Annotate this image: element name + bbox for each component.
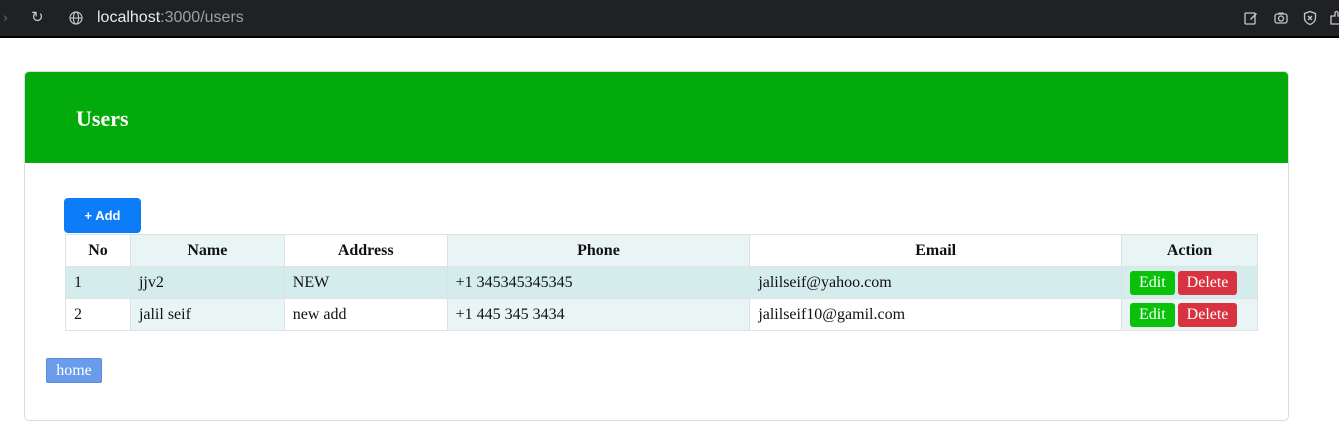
page-title: Users: [76, 106, 129, 131]
header-name: Name: [129, 234, 285, 267]
cell-no: 2: [65, 298, 131, 331]
cell-name: jalil seif: [129, 298, 285, 331]
table-row: 2 jalil seif new add +1 445 345 3434 jal…: [65, 298, 1259, 331]
table-row: 1 jjv2 NEW +1 345345345345 jalilseif@yah…: [65, 266, 1259, 299]
camera-icon[interactable]: [1273, 10, 1289, 26]
users-table: No Name Address Phone Email Action 1 jjv…: [65, 234, 1259, 331]
extension-icon[interactable]: [1329, 10, 1339, 26]
header-address: Address: [283, 234, 448, 267]
cell-email: jalilseif10@gamil.com: [749, 298, 1122, 331]
globe-icon: [69, 11, 83, 25]
url-path: :3000/users: [160, 9, 244, 26]
header-phone: Phone: [446, 234, 751, 267]
header-no: No: [65, 234, 131, 267]
card-header: Users: [25, 72, 1288, 163]
reload-icon[interactable]: ↻: [31, 8, 44, 26]
edit-page-icon[interactable]: [1243, 10, 1259, 26]
home-button[interactable]: home: [46, 358, 102, 383]
cell-actions: Edit Delete: [1120, 298, 1259, 331]
browser-toolbar: › ↻ localhost:3000/users: [0, 0, 1339, 38]
add-user-button[interactable]: + Add: [64, 198, 141, 233]
cell-email: jalilseif@yahoo.com: [749, 266, 1122, 299]
cell-phone: +1 445 345 3434: [446, 298, 751, 331]
edit-button[interactable]: Edit: [1129, 270, 1175, 295]
header-action: Action: [1120, 234, 1259, 267]
delete-button[interactable]: Delete: [1177, 270, 1238, 295]
cell-address: NEW: [283, 266, 448, 299]
forward-icon[interactable]: ›: [3, 11, 8, 26]
edit-button[interactable]: Edit: [1129, 302, 1175, 327]
header-email: Email: [749, 234, 1122, 267]
cell-phone: +1 345345345345: [446, 266, 751, 299]
table-header-row: No Name Address Phone Email Action: [65, 234, 1259, 267]
cell-address: new add: [283, 298, 448, 331]
delete-button[interactable]: Delete: [1177, 302, 1238, 327]
cell-name: jjv2: [129, 266, 285, 299]
address-bar[interactable]: localhost:3000/users: [97, 9, 244, 27]
url-host: localhost: [97, 9, 161, 26]
cell-actions: Edit Delete: [1120, 266, 1259, 299]
shield-close-icon[interactable]: [1302, 10, 1318, 26]
cell-no: 1: [65, 266, 131, 299]
